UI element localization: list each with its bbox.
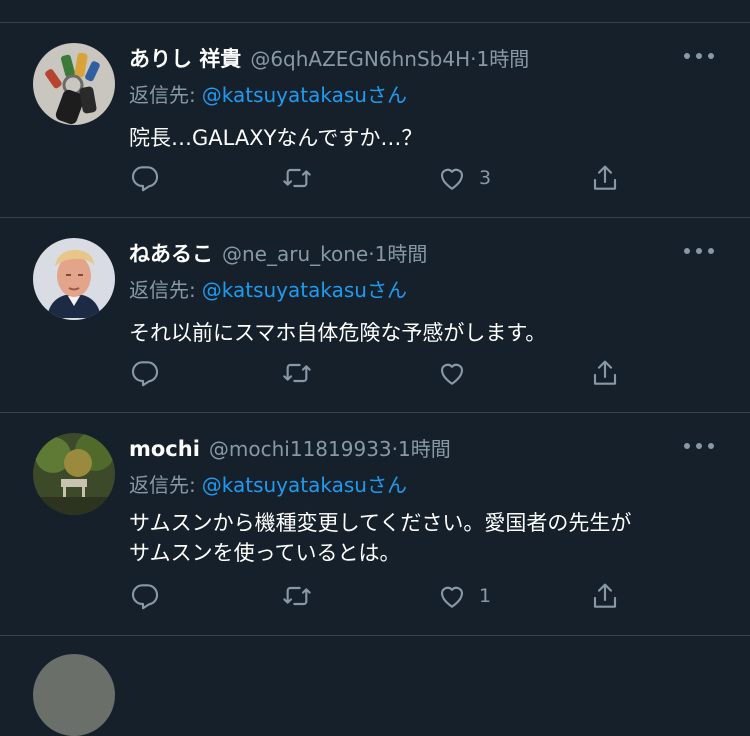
retweet-button[interactable] (281, 356, 313, 390)
like-count: 3 (479, 167, 492, 189)
action-bar: 1 (129, 579, 629, 613)
avatar[interactable] (33, 654, 115, 736)
reply-button[interactable] (129, 356, 161, 390)
display-name[interactable]: mochi (129, 437, 200, 461)
heart-icon (440, 363, 464, 385)
reply-to-handle[interactable]: @katsuyatakasu (202, 473, 367, 497)
user-handle[interactable]: @mochi11819933 (209, 437, 392, 461)
share-button[interactable] (589, 161, 621, 195)
retweet-icon (283, 168, 311, 188)
reply-icon (131, 361, 159, 387)
reply-button[interactable] (129, 161, 161, 195)
reply-to-handle[interactable]: @katsuyatakasu (202, 83, 367, 107)
retweet-icon (283, 586, 311, 606)
tweet-partial[interactable] (0, 636, 750, 736)
display-name[interactable]: ねあるこ (129, 238, 213, 268)
tweet-text: サムスンから機種変更してください。愛国者の先生が サムスンを使っているとは。 (129, 511, 632, 565)
reply-to-suffix: さん (366, 473, 407, 497)
retweet-button[interactable] (281, 579, 313, 613)
like-count: 1 (479, 585, 492, 607)
display-name[interactable]: ありし 祥貴 (129, 43, 241, 73)
reply-to-label: 返信先: (129, 473, 196, 497)
avatar[interactable] (33, 238, 115, 320)
share-button[interactable] (589, 356, 621, 390)
tweet-header: mochi @mochi11819933 ·1時間 (129, 433, 451, 463)
reply-to-handle[interactable]: @katsuyatakasu (202, 278, 367, 302)
like-button[interactable] (436, 356, 479, 390)
retweet-button[interactable] (281, 161, 313, 195)
reply-to: 返信先: @katsuyatakasuさん (129, 274, 407, 303)
share-button[interactable] (589, 579, 621, 613)
reply-to: 返信先: @katsuyatakasuさん (129, 79, 407, 108)
avatar[interactable] (33, 43, 115, 125)
tweet-header: ねあるこ @ne_aru_kone ·1時間 (129, 238, 427, 268)
reply-to-label: 返信先: (129, 278, 196, 302)
heart-icon (440, 168, 464, 190)
avatar[interactable] (33, 433, 115, 515)
share-icon (593, 583, 617, 608)
timestamp[interactable]: ·1時間 (368, 238, 427, 267)
reply-to-suffix: さん (366, 278, 407, 302)
user-handle[interactable]: @ne_aru_kone (222, 242, 368, 266)
reply-button[interactable] (129, 579, 161, 613)
tweet-header: ありし 祥貴 @6qhAZEGN6hnSb4H ·1時間 (129, 43, 529, 73)
reply-icon (131, 584, 159, 610)
tweet-text: 院長…GALAXYなんですか…？ (129, 126, 423, 150)
share-icon (593, 360, 617, 385)
like-button[interactable]: 3 (436, 161, 491, 195)
action-bar: 3 (129, 161, 629, 195)
tweet[interactable]: ねあるこ @ne_aru_kone ·1時間 返信先: @katsuyatakas… (0, 218, 750, 413)
timestamp[interactable]: ·1時間 (470, 43, 529, 72)
tweet[interactable]: mochi @mochi11819933 ·1時間 返信先: @katsuyata… (0, 413, 750, 636)
user-handle[interactable]: @6qhAZEGN6hnSb4H (250, 47, 470, 71)
action-bar (129, 356, 629, 390)
timestamp[interactable]: ·1時間 (392, 433, 451, 462)
reply-icon (131, 166, 159, 192)
reply-to: 返信先: @katsuyatakasuさん (129, 469, 407, 498)
tweet-text: それ以前にスマホ自体危険な予感がします。 (129, 321, 547, 345)
reply-to-label: 返信先: (129, 83, 196, 107)
heart-icon (440, 586, 464, 608)
retweet-icon (283, 363, 311, 383)
more-icon[interactable] (684, 51, 714, 61)
like-button[interactable]: 1 (436, 579, 491, 613)
reply-to-suffix: さん (366, 83, 407, 107)
more-icon[interactable] (684, 246, 714, 256)
more-icon[interactable] (684, 441, 714, 451)
tweet[interactable]: ありし 祥貴 @6qhAZEGN6hnSb4H ·1時間 返信先: @katsuy… (0, 23, 750, 218)
share-icon (593, 165, 617, 190)
